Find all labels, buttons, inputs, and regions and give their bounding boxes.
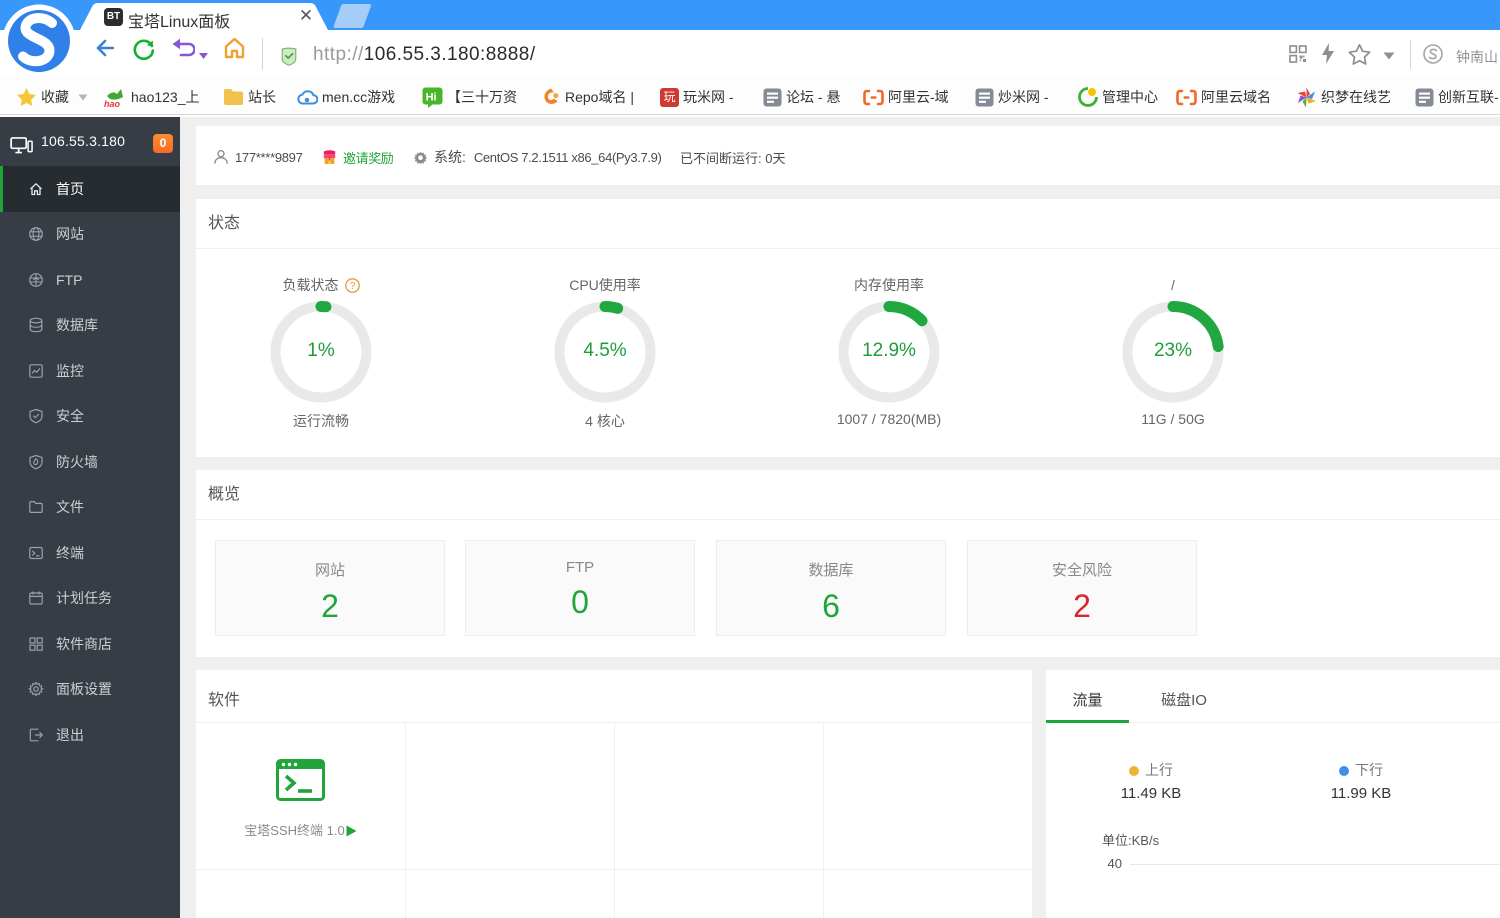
svg-text:?: ? xyxy=(349,281,355,292)
svg-text:Hi: Hi xyxy=(426,91,437,103)
svg-text:hao: hao xyxy=(104,99,121,108)
